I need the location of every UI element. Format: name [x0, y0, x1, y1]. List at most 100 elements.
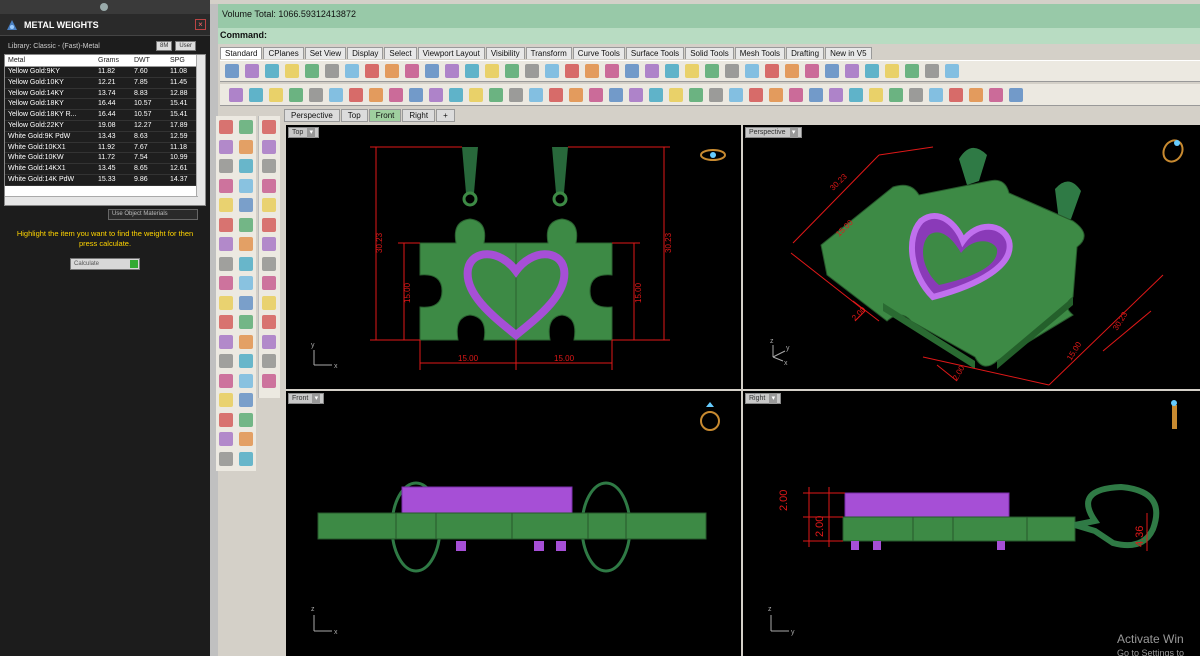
- tool-icon[interactable]: [239, 295, 253, 310]
- tool-icon[interactable]: [239, 451, 253, 466]
- tool-icon[interactable]: [469, 87, 483, 102]
- tool-icon[interactable]: [529, 87, 543, 102]
- tool-icon[interactable]: [945, 64, 959, 78]
- column-header[interactable]: SPG: [167, 55, 197, 66]
- tool-icon[interactable]: [509, 87, 523, 102]
- tool-icon[interactable]: [239, 217, 253, 232]
- tool-icon[interactable]: [769, 87, 783, 102]
- tool-icon[interactable]: [669, 87, 683, 102]
- tool-icon[interactable]: [262, 178, 276, 193]
- toolbar-tab[interactable]: Surface Tools: [625, 47, 685, 59]
- tool-icon[interactable]: [1009, 87, 1023, 102]
- viewport-label-front[interactable]: Front ▾: [288, 393, 325, 404]
- tool-icon[interactable]: [262, 373, 276, 388]
- column-header[interactable]: Metal: [5, 55, 95, 66]
- tool-icon[interactable]: [765, 64, 779, 78]
- viewport-tab[interactable]: Right: [402, 109, 436, 122]
- tool-icon[interactable]: [262, 334, 276, 349]
- tool-icon[interactable]: [219, 217, 233, 232]
- panel-grip-icon[interactable]: [100, 3, 108, 11]
- tool-icon[interactable]: [449, 87, 463, 102]
- tool-icon[interactable]: [689, 87, 703, 102]
- tool-icon[interactable]: [589, 87, 603, 102]
- tool-icon[interactable]: [505, 64, 519, 78]
- tool-icon[interactable]: [429, 87, 443, 102]
- tool-icon[interactable]: [325, 64, 339, 78]
- toolbar-tab[interactable]: Set View: [304, 47, 347, 59]
- command-line[interactable]: Command:: [218, 28, 1200, 44]
- table-row[interactable]: White Gold:9K PdW 13.43 8.63 12.59: [5, 131, 205, 143]
- table-row[interactable]: White Gold:10KX1 11.92 7.67 11.18: [5, 142, 205, 154]
- tool-icon[interactable]: [949, 87, 963, 102]
- tool-icon[interactable]: [262, 198, 276, 212]
- tool-icon[interactable]: [309, 87, 323, 102]
- toolbar-tab[interactable]: CPlanes: [263, 47, 304, 59]
- tool-icon[interactable]: [262, 354, 276, 368]
- tool-icon[interactable]: [219, 334, 233, 349]
- tool-icon[interactable]: [825, 64, 839, 78]
- tool-icon[interactable]: [829, 87, 843, 102]
- tool-icon[interactable]: [239, 393, 253, 407]
- user-select[interactable]: User: [175, 41, 196, 51]
- table-row[interactable]: Yellow Gold:9KY 11.82 7.60 11.08: [5, 67, 205, 78]
- tool-icon[interactable]: [219, 256, 233, 271]
- tool-icon[interactable]: [219, 159, 233, 173]
- tool-icon[interactable]: [229, 87, 243, 102]
- tool-icon[interactable]: [805, 64, 819, 78]
- tool-icon[interactable]: [445, 64, 459, 78]
- tool-icon[interactable]: [969, 87, 983, 102]
- tool-icon[interactable]: [262, 295, 276, 310]
- viewport-tab[interactable]: Top: [340, 109, 368, 122]
- viewport-front[interactable]: z x Front ▾: [286, 391, 741, 656]
- tool-icon[interactable]: [239, 373, 253, 388]
- chevron-down-icon[interactable]: ▾: [312, 394, 321, 404]
- tool-icon[interactable]: [219, 451, 233, 466]
- toolbar-tab[interactable]: Mesh Tools: [734, 47, 786, 59]
- table-row[interactable]: Yellow Gold:22KY 19.08 12.27 17.89: [5, 120, 205, 132]
- viewport-perspective[interactable]: 30.23 15.00 30.23 15.00 2.00 2.00 z y x …: [743, 125, 1200, 389]
- tool-icon[interactable]: [709, 87, 723, 102]
- table-row[interactable]: White Gold:14KX1 13.45 8.65 12.61: [5, 164, 205, 175]
- tool-icon[interactable]: [219, 120, 233, 134]
- toolbar-tab[interactable]: Standard: [220, 47, 263, 59]
- tool-icon[interactable]: [219, 393, 233, 407]
- tool-icon[interactable]: [865, 64, 879, 78]
- toolbar-tab[interactable]: Visibility: [485, 47, 525, 59]
- tool-icon[interactable]: [785, 64, 799, 78]
- tool-icon[interactable]: [845, 64, 859, 78]
- tool-icon[interactable]: [305, 64, 319, 78]
- tool-icon[interactable]: [262, 139, 276, 154]
- tool-icon[interactable]: [239, 237, 253, 251]
- toolbar-tab[interactable]: Display: [347, 47, 384, 59]
- tool-icon[interactable]: [262, 237, 276, 251]
- tool-icon[interactable]: [262, 276, 276, 290]
- tool-icon[interactable]: [465, 64, 479, 78]
- tool-icon[interactable]: [705, 64, 719, 78]
- tool-icon[interactable]: [525, 64, 539, 78]
- calculate-button[interactable]: Calculate: [70, 258, 140, 270]
- tool-icon[interactable]: [749, 87, 763, 102]
- tool-icon[interactable]: [239, 159, 253, 173]
- close-icon[interactable]: ×: [195, 19, 206, 30]
- tool-icon[interactable]: [262, 256, 276, 271]
- tool-icon[interactable]: [789, 87, 803, 102]
- tool-icon[interactable]: [649, 87, 663, 102]
- tool-icon[interactable]: [909, 87, 923, 102]
- tool-icon[interactable]: [569, 87, 583, 102]
- tool-icon[interactable]: [239, 432, 253, 446]
- tool-icon[interactable]: [369, 87, 383, 102]
- tool-icon[interactable]: [239, 256, 253, 271]
- tool-icon[interactable]: [989, 87, 1003, 102]
- tool-icon[interactable]: [219, 412, 233, 427]
- tool-icon[interactable]: [929, 87, 943, 102]
- tool-icon[interactable]: [729, 87, 743, 102]
- chevron-down-icon[interactable]: ▾: [769, 394, 778, 404]
- tool-icon[interactable]: [405, 64, 419, 78]
- metal-table[interactable]: Metal Grams DWT SPG Yellow Gold:9KY 11.82 7.6…: [4, 54, 206, 206]
- toolbar-tab[interactable]: Curve Tools: [572, 47, 625, 59]
- tool-icon[interactable]: [665, 64, 679, 78]
- tool-icon[interactable]: [239, 354, 253, 368]
- tool-icon[interactable]: [219, 178, 233, 193]
- toolbar-tab[interactable]: Drafting: [786, 47, 825, 59]
- tool-icon[interactable]: [219, 295, 233, 310]
